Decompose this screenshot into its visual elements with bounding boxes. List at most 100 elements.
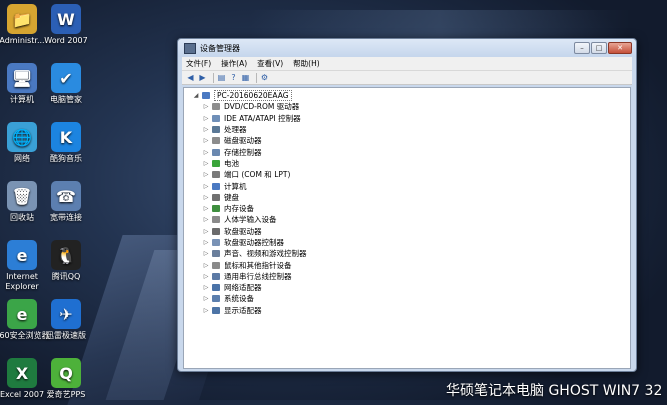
device-category[interactable]: ▷ 端口 (COM 和 LPT) xyxy=(192,169,307,180)
device-category[interactable]: ▷ 计算机 xyxy=(192,180,307,191)
menu-action[interactable]: 操作(A) xyxy=(221,58,247,69)
disk-drive-icon xyxy=(212,137,220,145)
device-category[interactable]: ▷ 软盘驱动器 xyxy=(192,226,307,237)
desktop-shortcut[interactable]: K 酷狗音乐 xyxy=(38,122,94,164)
maximize-button[interactable]: □ xyxy=(591,42,607,54)
help-icon[interactable]: ? xyxy=(229,73,238,82)
expand-icon[interactable]: ▷ xyxy=(202,295,210,302)
minimize-button[interactable]: – xyxy=(574,42,590,54)
device-manager-icon xyxy=(184,42,196,54)
window-title: 设备管理器 xyxy=(200,43,240,53)
expand-icon[interactable]: ▷ xyxy=(202,216,210,223)
qq-icon: 🐧 xyxy=(51,240,81,270)
device-category-label: 系统设备 xyxy=(224,294,254,304)
scan-hardware-icon[interactable]: ⚙ xyxy=(260,73,269,82)
battery-icon xyxy=(212,159,220,167)
iqiyi-icon: Q xyxy=(51,358,81,388)
device-category[interactable]: ▷ 显示适配器 xyxy=(192,305,307,316)
desktop-shortcut[interactable]: W Word 2007 xyxy=(38,4,94,46)
device-category-label: 软盘驱动器控制器 xyxy=(224,238,284,247)
word-icon: W xyxy=(51,4,81,34)
expand-icon[interactable]: ▷ xyxy=(202,115,210,122)
kugou-icon: K xyxy=(51,122,81,152)
menu-view[interactable]: 查看(V) xyxy=(257,58,283,69)
device-category-label: 显示适配器 xyxy=(224,305,262,315)
desktop-shortcut[interactable]: ☎ 宽带连接 xyxy=(38,181,94,223)
thunder-icon: ✈ xyxy=(51,299,81,329)
window-titlebar[interactable]: 设备管理器 – □ ✕ xyxy=(178,39,636,57)
device-tree: ◢ PC-20160620EAAG ▷ DVD/CD-ROM 驱动器 ▷ IDE AT… xyxy=(192,90,307,316)
device-category[interactable]: ▷ 内存设备 xyxy=(192,203,307,214)
device-category[interactable]: ▷ 磁盘驱动器 xyxy=(192,135,307,146)
device-category[interactable]: ▷ 系统设备 xyxy=(192,293,307,304)
computer-icon: 🖥 xyxy=(7,63,37,93)
device-category[interactable]: ▷ 键盘 xyxy=(192,192,307,203)
recycle-bin-icon: 🗑 xyxy=(7,181,37,211)
360-browser-icon: e xyxy=(7,299,37,329)
device-category[interactable]: ▷ 网络适配器 xyxy=(192,282,307,293)
device-category-label: 鼠标和其他指针设备 xyxy=(224,260,292,270)
expand-icon[interactable]: ▷ xyxy=(202,284,210,291)
show-hide-icon[interactable]: ▦ xyxy=(241,73,250,82)
ie-icon: e xyxy=(7,240,37,270)
desktop-shortcut[interactable]: ✔ 电脑管家 xyxy=(38,63,94,105)
back-icon[interactable]: ◀ xyxy=(186,73,195,82)
expand-icon[interactable]: ▷ xyxy=(202,262,210,269)
device-category[interactable]: ▷ 声音、视频和游戏控制器 xyxy=(192,248,307,259)
device-category-label: 存储控制器 xyxy=(224,147,262,157)
display-adapter-icon xyxy=(212,306,220,314)
device-category[interactable]: ▷ 处理器 xyxy=(192,124,307,135)
expand-icon[interactable]: ▷ xyxy=(202,126,210,133)
desktop-shortcut-label: 电脑管家 xyxy=(50,95,82,104)
expand-icon[interactable]: ▷ xyxy=(202,194,210,201)
network-icon: 🌐 xyxy=(7,122,37,152)
wallpaper-watermark: 华硕笔记本电脑 GHOST WIN7 32 xyxy=(446,383,663,399)
device-category[interactable]: ▷ DVD/CD-ROM 驱动器 xyxy=(192,101,307,112)
forward-icon[interactable]: ▶ xyxy=(198,73,207,82)
device-category[interactable]: ▷ 软盘驱动器控制器 xyxy=(192,237,307,248)
device-category-label: 通用串行总线控制器 xyxy=(224,271,292,281)
expand-icon[interactable]: ▷ xyxy=(202,103,210,110)
expand-icon[interactable]: ▷ xyxy=(202,149,210,156)
device-category-label: 内存设备 xyxy=(224,204,254,214)
tree-root[interactable]: ◢ PC-20160620EAAG xyxy=(192,90,307,102)
device-category[interactable]: ▷ 人体学输入设备 xyxy=(192,214,307,225)
expand-icon[interactable]: ▷ xyxy=(202,239,210,246)
device-category-label: 网络适配器 xyxy=(224,283,262,293)
processor-icon xyxy=(212,126,220,134)
device-category-label: 电池 xyxy=(224,158,239,168)
keyboard-icon xyxy=(212,193,220,201)
device-category-label: 声音、视频和游戏控制器 xyxy=(224,249,307,259)
device-category[interactable]: ▷ 通用串行总线控制器 xyxy=(192,271,307,282)
desktop-shortcut-label: Word 2007 xyxy=(44,36,88,45)
device-category[interactable]: ▷ 存储控制器 xyxy=(192,146,307,157)
desktop-shortcut[interactable]: Q 爱奇艺PPS xyxy=(38,358,94,400)
expand-icon[interactable]: ▷ xyxy=(202,205,210,212)
toolbar: ◀ ▶ ▤ ? ▦ ⚙ xyxy=(182,71,632,85)
expand-icon[interactable]: ▷ xyxy=(202,171,210,178)
close-button[interactable]: ✕ xyxy=(608,42,632,54)
menu-file[interactable]: 文件(F) xyxy=(186,58,211,69)
hid-icon xyxy=(212,216,220,224)
dvd-icon xyxy=(212,103,220,111)
collapse-icon[interactable]: ◢ xyxy=(192,92,200,99)
computer-name: PC-20160620EAAG xyxy=(214,90,292,102)
desktop-shortcut[interactable]: 🐧 腾讯QQ xyxy=(38,240,94,282)
menu-help[interactable]: 帮助(H) xyxy=(293,58,320,69)
expand-icon[interactable]: ▷ xyxy=(202,307,210,314)
mouse-icon xyxy=(212,261,220,269)
properties-icon[interactable]: ▤ xyxy=(217,73,226,82)
device-category-label: DVD/CD-ROM 驱动器 xyxy=(224,102,300,112)
expand-icon[interactable]: ▷ xyxy=(202,228,210,235)
device-category[interactable]: ▷ 电池 xyxy=(192,158,307,169)
expand-icon[interactable]: ▷ xyxy=(202,183,210,190)
device-category-label: 处理器 xyxy=(224,125,247,135)
desktop-shortcut[interactable]: ✈ 迅雷极速版 xyxy=(38,299,94,341)
expand-icon[interactable]: ▷ xyxy=(202,137,210,144)
device-category[interactable]: ▷ IDE ATA/ATAPI 控制器 xyxy=(192,113,307,124)
expand-icon[interactable]: ▷ xyxy=(202,273,210,280)
floppy-drive-icon xyxy=(212,227,220,235)
expand-icon[interactable]: ▷ xyxy=(202,160,210,167)
device-category[interactable]: ▷ 鼠标和其他指针设备 xyxy=(192,259,307,270)
expand-icon[interactable]: ▷ xyxy=(202,250,210,257)
